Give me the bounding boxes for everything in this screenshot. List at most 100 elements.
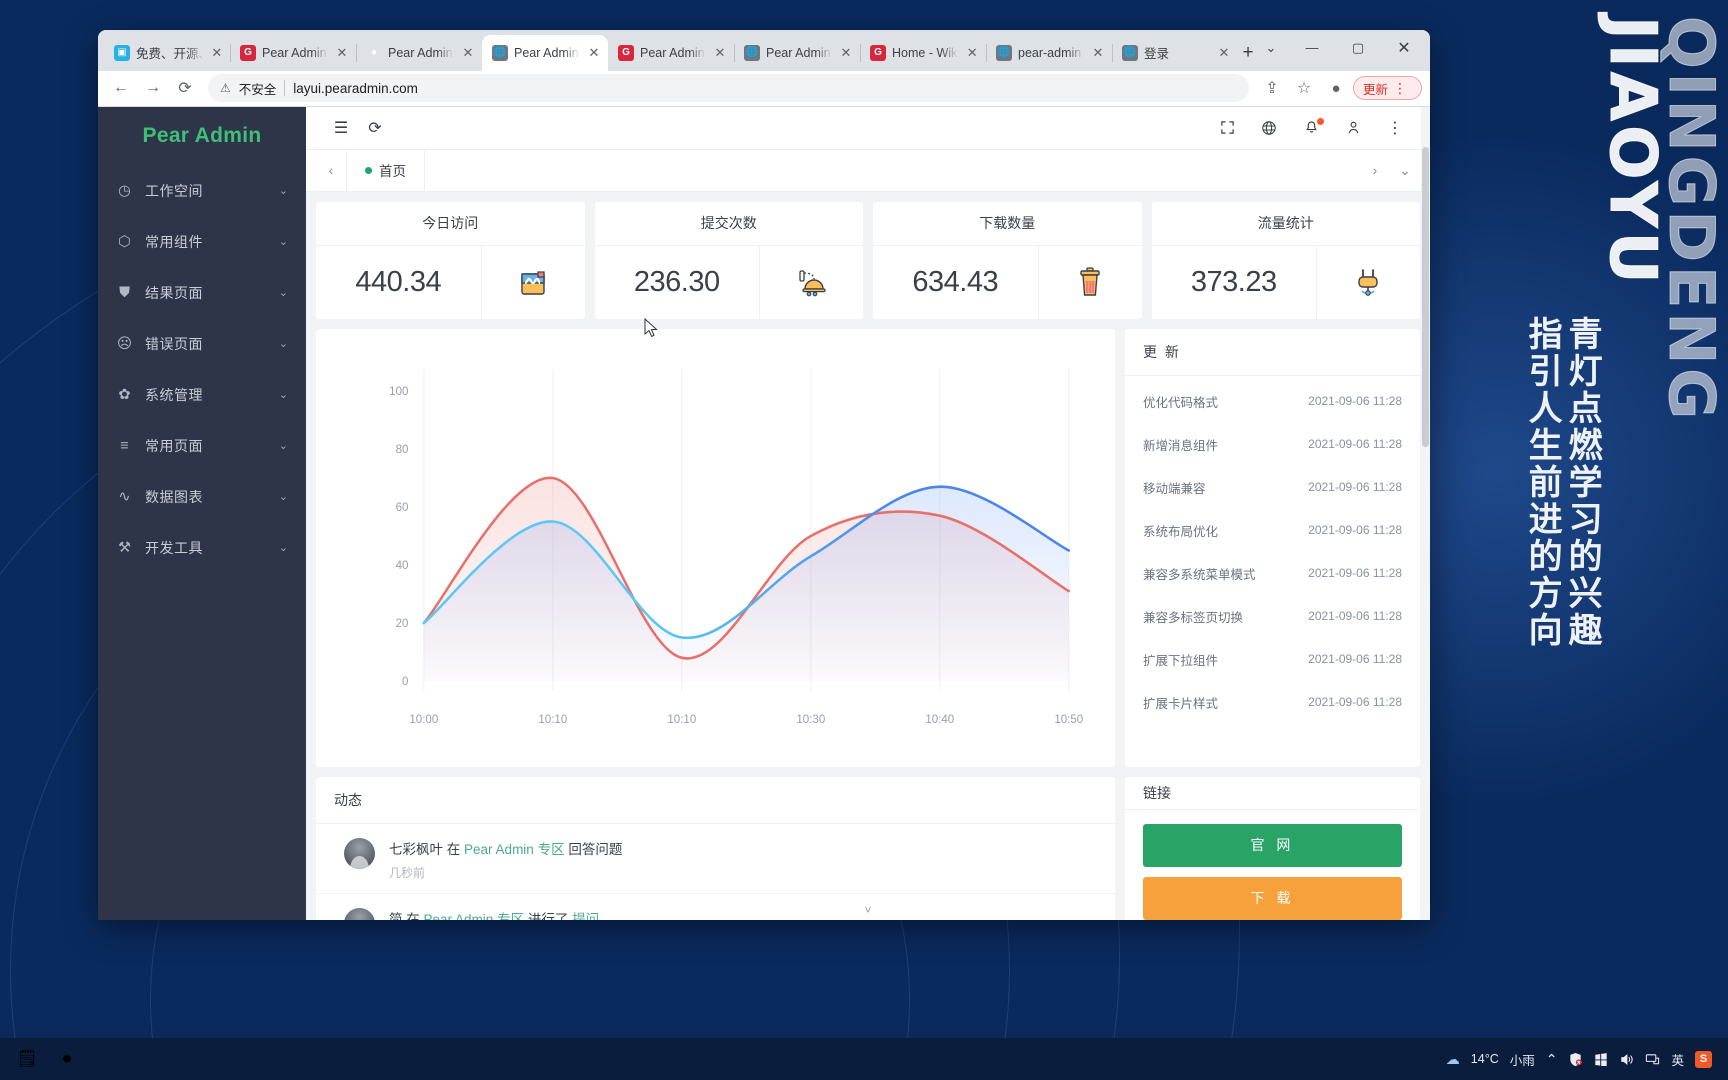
sidebar-item-7[interactable]: ∿ 数据图表 ⌄ bbox=[98, 471, 306, 522]
app-tabs-prev-button[interactable]: ‹ bbox=[316, 162, 346, 178]
browser-tab[interactable]: 🌐 pear-admin ✕ bbox=[986, 35, 1112, 71]
menu-collapse-icon[interactable]: ☰ bbox=[324, 111, 358, 145]
defender-shield-icon[interactable] bbox=[1568, 1052, 1583, 1067]
browser-menu-icon[interactable]: ⋮ bbox=[1388, 80, 1412, 97]
profile-avatar[interactable]: ● bbox=[1321, 73, 1351, 103]
page-scrollbar-thumb[interactable] bbox=[1422, 147, 1429, 448]
chevron-down-icon[interactable]: ⌄ bbox=[279, 388, 288, 401]
browser-tab-close-icon[interactable]: ✕ bbox=[1090, 45, 1106, 61]
update-list-item[interactable]: 系统布局优化 2021-09-06 11:28 bbox=[1125, 509, 1420, 552]
network-icon[interactable] bbox=[1645, 1052, 1660, 1067]
ime-indicator[interactable]: 英 bbox=[1671, 1050, 1684, 1069]
sidebar-item-3[interactable]: ⛊ 结果页面 ⌄ bbox=[98, 267, 306, 318]
gitee-icon: G bbox=[240, 44, 256, 61]
update-list-item[interactable]: 优化代码格式 2021-09-06 11:28 bbox=[1125, 380, 1420, 423]
back-button[interactable]: ← bbox=[106, 73, 136, 103]
feed-item-time: 几秒前 bbox=[389, 865, 426, 880]
sidebar-item-6[interactable]: ≡ 常用页面 ⌄ bbox=[98, 420, 306, 471]
stat-card-title: 提交次数 bbox=[594, 202, 863, 246]
browser-tab-close-icon[interactable]: ✕ bbox=[586, 45, 602, 61]
address-bar[interactable]: ⚠ 不安全 layui.pearadmin.com bbox=[208, 74, 1249, 103]
volume-icon[interactable] bbox=[1619, 1052, 1634, 1067]
browser-tab[interactable]: ● Pear Admin ✕ bbox=[356, 35, 482, 71]
language-globe-icon[interactable] bbox=[1252, 111, 1286, 145]
weather-icon[interactable]: ☁ bbox=[1446, 1051, 1460, 1068]
user-account-icon[interactable] bbox=[1336, 111, 1370, 145]
browser-tab[interactable]: 🌐 Pear Admin ✕ bbox=[482, 34, 608, 71]
bookmark-star-icon[interactable]: ☆ bbox=[1289, 73, 1319, 103]
sidebar-item-8[interactable]: ⚒ 开发工具 ⌄ bbox=[98, 522, 306, 573]
feed-user[interactable]: 七彩枫叶 bbox=[389, 842, 443, 857]
chevron-down-icon[interactable]: ⌄ bbox=[279, 184, 288, 197]
update-list-item[interactable]: 移动端兼容 2021-09-06 11:28 bbox=[1125, 466, 1420, 509]
windows-logo-icon[interactable] bbox=[1594, 1052, 1608, 1066]
windows-taskbar: 🗒 ⏺ ☁ 14°C 小雨 ⌃ 英 S bbox=[0, 1038, 1728, 1080]
tray-expand-chevron-icon[interactable]: ⌃ bbox=[1546, 1051, 1558, 1068]
chevron-down-icon[interactable]: ⌄ bbox=[279, 541, 288, 554]
browser-tab[interactable]: 🌐 Pear Admin ✕ bbox=[734, 35, 860, 71]
browser-tab[interactable]: 🌐 登录 ✕ bbox=[1112, 35, 1238, 71]
sidebar-item-1[interactable]: ◷ 工作空间 ⌄ bbox=[98, 165, 306, 216]
gitee-icon: G bbox=[618, 44, 634, 61]
fullscreen-icon[interactable] bbox=[1210, 111, 1244, 145]
chevron-down-icon[interactable]: ⌄ bbox=[279, 337, 288, 350]
browser-tab-close-icon[interactable]: ✕ bbox=[334, 45, 350, 61]
browser-tab[interactable]: ▣ 免费、开源、 ✕ bbox=[104, 35, 230, 71]
feed-item[interactable]: 简 在 Pear Admin 专区 进行了 提问2天前 bbox=[316, 894, 1115, 920]
page-scrollbar[interactable] bbox=[1421, 107, 1430, 920]
browser-tab-close-icon[interactable]: ✕ bbox=[712, 45, 728, 61]
not-secure-warning-icon: ⚠ bbox=[220, 81, 231, 96]
notification-bell-icon[interactable] bbox=[1294, 111, 1328, 145]
update-list-item[interactable]: 扩展卡片样式 2021-09-06 11:28 bbox=[1125, 681, 1420, 724]
browser-tab[interactable]: G Pear Admin ✕ bbox=[230, 35, 356, 71]
tab-search-chevron-down-icon[interactable]: ⌄ bbox=[1254, 31, 1288, 65]
chevron-down-icon[interactable]: ⌄ bbox=[279, 235, 288, 248]
browser-tab[interactable]: G Home - Wiki ✕ bbox=[860, 35, 986, 71]
weather-condition[interactable]: 小雨 bbox=[1510, 1050, 1535, 1069]
new-tab-button[interactable]: + bbox=[1242, 38, 1254, 68]
browser-tab-close-icon[interactable]: ✕ bbox=[460, 45, 476, 61]
chevron-down-icon[interactable]: ⌄ bbox=[279, 490, 288, 503]
sidebar-item-4[interactable]: ☹ 错误页面 ⌄ bbox=[98, 318, 306, 369]
chevron-down-icon[interactable]: ⌄ bbox=[279, 439, 288, 452]
app-tabs-next-button[interactable]: › bbox=[1360, 162, 1390, 178]
sogou-input-icon[interactable]: S bbox=[1695, 1050, 1712, 1068]
update-list-item[interactable]: 兼容多标签页切换 2021-09-06 11:28 bbox=[1125, 595, 1420, 638]
window-minimize-button[interactable]: — bbox=[1290, 31, 1334, 65]
app-tab-home[interactable]: 首页 bbox=[346, 149, 425, 192]
browser-tab-close-icon[interactable]: ✕ bbox=[1216, 45, 1232, 61]
app-tabs-dropdown-icon[interactable]: ⌄ bbox=[1390, 162, 1420, 179]
link-button-1[interactable]: 官 网 bbox=[1143, 823, 1402, 867]
sidebar-item-2[interactable]: ⬡ 常用组件 ⌄ bbox=[98, 216, 306, 267]
page-viewport: Pear Admin ◷ 工作空间 ⌄ ⬡ 常用组件 ⌄ ⛊ 结果页面 ⌄ ☹ 错误页面 ⌄ ✿ 系统管理… bbox=[98, 107, 1430, 920]
update-list-item[interactable]: 新增消息组件 2021-09-06 11:28 bbox=[1125, 423, 1420, 466]
feed-item[interactable]: 七彩枫叶 在 Pear Admin 专区 回答问题 几秒前 bbox=[316, 824, 1115, 894]
browser-tab-close-icon[interactable]: ✕ bbox=[838, 45, 854, 61]
sidebar-item-5[interactable]: ✿ 系统管理 ⌄ bbox=[98, 369, 306, 420]
lamp-icon bbox=[759, 245, 863, 319]
traffic-line-chart[interactable]: 0 20 40 60 80 100 10:00 10:10 10:10 10:30 10:40 10… bbox=[316, 328, 1115, 767]
more-options-icon[interactable]: ⋮ bbox=[1378, 111, 1412, 145]
share-icon[interactable]: ⇪ bbox=[1257, 73, 1287, 103]
link-button-2[interactable]: 下 载 bbox=[1143, 876, 1402, 920]
feed-zone-link[interactable]: Pear Admin 专区 bbox=[464, 842, 565, 857]
feed-action-link[interactable]: 提问 bbox=[572, 912, 599, 920]
reload-icon[interactable]: ⟳ bbox=[170, 73, 200, 103]
window-maximize-button[interactable]: ▢ bbox=[1336, 31, 1380, 65]
browser-tab-close-icon[interactable]: ✕ bbox=[964, 45, 980, 61]
update-list-item[interactable]: 兼容多系统菜单模式 2021-09-06 11:28 bbox=[1125, 552, 1420, 595]
browser-tab-close-icon[interactable]: ✕ bbox=[210, 45, 224, 61]
update-item-time: 2021-09-06 11:28 bbox=[1308, 695, 1402, 710]
chevron-down-icon[interactable]: ⌄ bbox=[279, 286, 288, 299]
refresh-icon[interactable]: ⟳ bbox=[358, 111, 392, 145]
feed-zone-link[interactable]: Pear Admin 专区 bbox=[424, 912, 525, 920]
weather-temperature[interactable]: 14°C bbox=[1471, 1052, 1499, 1066]
window-close-button[interactable]: ✕ bbox=[1382, 31, 1426, 65]
taskbar-notepad-icon[interactable]: 🗒 bbox=[12, 1044, 42, 1074]
forward-button[interactable]: → bbox=[138, 73, 168, 103]
feed-user[interactable]: 简 bbox=[389, 912, 403, 920]
update-button[interactable]: 更新 ⋮ bbox=[1352, 76, 1422, 101]
update-list-item[interactable]: 扩展下拉组件 2021-09-06 11:28 bbox=[1125, 638, 1420, 681]
taskbar-record-icon[interactable]: ⏺ bbox=[52, 1044, 82, 1074]
browser-tab[interactable]: G Pear Admin ✕ bbox=[608, 35, 734, 71]
